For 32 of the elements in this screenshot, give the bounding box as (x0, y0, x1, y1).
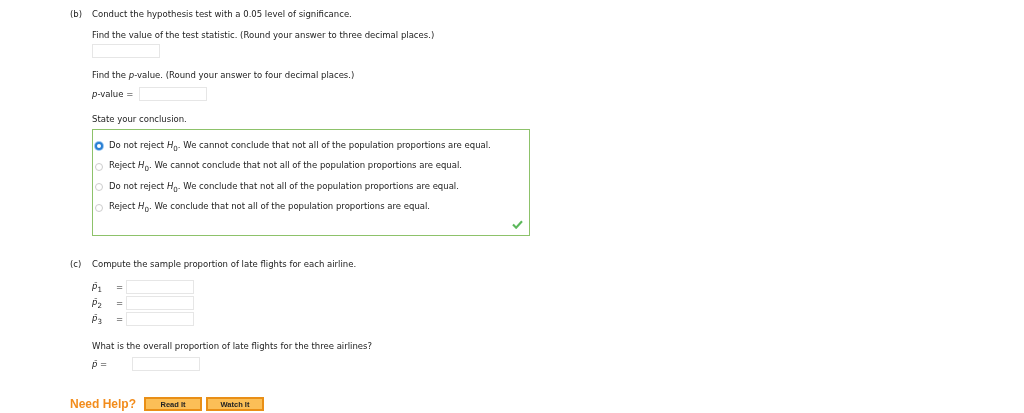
answer-field[interactable] (92, 44, 160, 58)
answer-field[interactable] (126, 312, 194, 326)
option-text[interactable]: Do not reject H$_{0}$. We conclude that not all of the population proportions are equal. (109, 180, 459, 194)
radio-button[interactable] (95, 162, 103, 171)
question-text: Compute the sample proportion of late flights for each airline. (92, 259, 357, 269)
part-label: (b) (70, 9, 84, 19)
equals-sign: = (116, 298, 125, 308)
option-text[interactable]: Do not reject H$_{0}$. We cannot conclude that not all of the population proportions are equal. (109, 139, 491, 153)
checkmark-icon (512, 220, 523, 229)
answer-field[interactable] (139, 87, 208, 101)
need-help-label: Need Help? (70, 397, 136, 411)
symbol-label: p̄$_{1}$ (92, 280, 103, 294)
equals-sign: = (116, 314, 125, 324)
question-text: State your conclusion. (92, 114, 187, 124)
symbol-label: p̄$_{2}$ (92, 296, 103, 310)
option-text[interactable]: Reject H$_{0}$. We cannot conclude that not all of the population proportions are equal. (109, 160, 462, 174)
question-text: Find the p-value. (Round your answer to four decimal places.) (92, 70, 355, 80)
field-label: p̄ = (92, 359, 109, 369)
answer-field[interactable] (126, 280, 194, 294)
question-text: Find the value of the test statistic. (Round your answer to three decimal places.) (92, 30, 435, 40)
option-text[interactable]: Reject H$_{0}$. We conclude that not all of the population proportions are equal. (109, 201, 431, 215)
symbol-label: p̄$_{3}$ (92, 312, 103, 326)
radio-button[interactable] (95, 203, 103, 212)
answer-field[interactable] (132, 357, 200, 371)
question-text: Conduct the hypothesis test with a 0.05 level of significance. (92, 9, 352, 19)
answer-field[interactable] (126, 296, 194, 310)
question-text: What is the overall proportion of late flights for the three airlines? (92, 341, 372, 351)
radio-button[interactable] (95, 142, 103, 151)
radio-button[interactable] (95, 183, 103, 192)
part-label: (c) (70, 259, 83, 269)
equals-sign: = (116, 282, 125, 292)
field-label: p-value = (92, 89, 134, 99)
